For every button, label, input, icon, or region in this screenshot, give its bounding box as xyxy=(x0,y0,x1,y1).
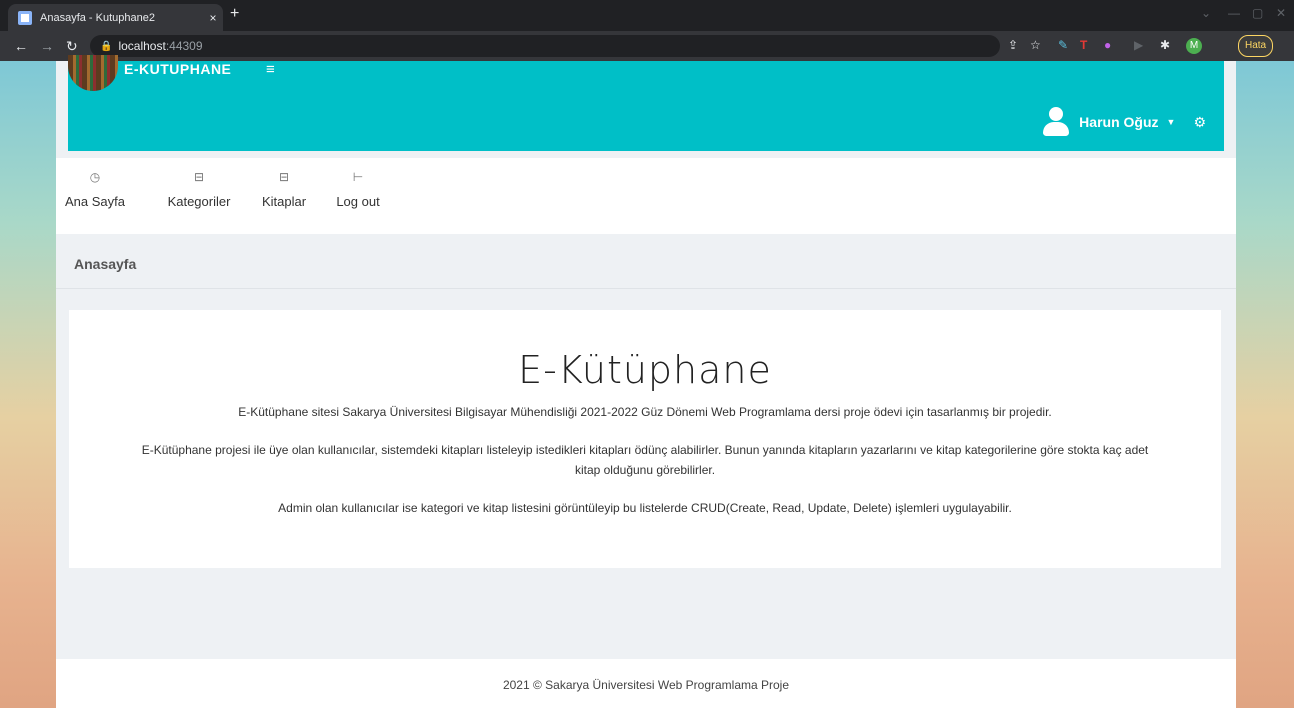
content-paragraph-3: Admin olan kullanıcılar ise kategori ve … xyxy=(278,501,1012,515)
page-title: Anasayfa xyxy=(74,256,137,272)
footer: 2021 © Sakarya Üniversitesi Web Programl… xyxy=(56,659,1236,708)
url-input[interactable]: 🔒 localhost:44309 xyxy=(90,35,1000,57)
extension-tp-icon[interactable]: T xyxy=(1080,38,1087,52)
tab-title: Anasayfa - Kutuphane2 xyxy=(40,11,155,24)
reload-icon[interactable]: ↻ xyxy=(66,38,78,55)
user-name: Harun Oğuz xyxy=(1079,114,1159,130)
address-bar: ← → ↻ 🔒 localhost:44309 ⇪ ☆ ✎ T ● ▶ ✱ M xyxy=(0,31,1294,61)
user-menu[interactable]: Harun Oğuz ▼ ⚙ xyxy=(1041,107,1206,137)
maximize-icon[interactable]: ▢ xyxy=(1252,6,1263,20)
bookmark-star-icon[interactable]: ☆ xyxy=(1030,38,1041,52)
url-host: localhost xyxy=(118,39,166,53)
inbox-icon: ⊟ xyxy=(193,170,205,184)
brand-title[interactable]: E-KUTUPHANE xyxy=(124,61,231,77)
error-badge[interactable]: Hata xyxy=(1238,35,1274,57)
settings-gear-icon[interactable]: ⚙ xyxy=(1193,114,1206,131)
close-window-icon[interactable]: ✕ xyxy=(1276,6,1286,20)
hamburger-menu-icon[interactable]: ≡ xyxy=(266,61,275,78)
inbox-icon: ⊟ xyxy=(278,170,290,184)
tab-close-icon[interactable]: × xyxy=(203,11,223,25)
browser-tab-bar: Anasayfa - Kutuphane2 × + ⌄ — ▢ ✕ xyxy=(0,0,1294,31)
page-container: E-KUTUPHANE ≡ Harun Oğuz ▼ ⚙ ◷ Ana Sayfa… xyxy=(56,55,1236,708)
url-port: :44309 xyxy=(165,39,203,53)
new-tab-button[interactable]: + xyxy=(230,5,239,23)
menu-item-label: Kategoriler xyxy=(167,194,231,209)
library-logo-icon[interactable] xyxy=(68,55,118,91)
logout-icon: ⊢ xyxy=(352,170,364,184)
page-viewport: E-KUTUPHANE ≡ Harun Oğuz ▼ ⚙ ◷ Ana Sayfa… xyxy=(0,55,1294,708)
extensions-puzzle-icon[interactable]: ✱ xyxy=(1160,38,1170,52)
menu-item-ana-sayfa[interactable]: ◷ Ana Sayfa xyxy=(64,158,126,234)
extension-arrow-icon[interactable]: ▶ xyxy=(1134,38,1143,52)
menu-item-kitaplar[interactable]: ⊟ Kitaplar xyxy=(257,158,311,234)
extension-purple-icon[interactable]: ● xyxy=(1104,38,1111,52)
footer-text: 2021 © Sakarya Üniversitesi Web Programl… xyxy=(502,678,790,692)
user-avatar-icon xyxy=(1041,107,1071,137)
forward-icon[interactable]: → xyxy=(40,38,54,54)
breadcrumb: Anasayfa xyxy=(56,234,1236,289)
extension-pen-icon[interactable]: ✎ xyxy=(1058,38,1068,52)
browser-tab[interactable]: Anasayfa - Kutuphane2 × xyxy=(8,4,223,31)
intro-card: E-Kütüphane E-Kütüphane sitesi Sakarya Ü… xyxy=(69,310,1221,568)
top-header: E-KUTUPHANE ≡ Harun Oğuz ▼ ⚙ xyxy=(68,55,1224,151)
back-icon[interactable]: ← xyxy=(14,38,28,54)
minimize-icon[interactable]: — xyxy=(1228,6,1240,20)
lock-icon: 🔒 xyxy=(100,40,113,52)
content-paragraph-2: E-Kütüphane projesi ile üye olan kullanı… xyxy=(141,443,1149,477)
profile-avatar[interactable]: M xyxy=(1186,38,1202,54)
caret-down-icon: ▼ xyxy=(1166,117,1176,127)
tab-search-icon[interactable]: ⌄ xyxy=(1201,6,1211,20)
menu-item-kategoriler[interactable]: ⊟ Kategoriler xyxy=(159,158,239,234)
content-heading: E-Kütüphane xyxy=(518,348,772,392)
main-menu: ◷ Ana Sayfa ⊟ Kategoriler ⊟ Kitaplar ⊢ L… xyxy=(56,158,1236,234)
menu-item-label: Log out xyxy=(336,194,380,209)
share-icon[interactable]: ⇪ xyxy=(1008,38,1018,52)
menu-item-label: Kitaplar xyxy=(261,194,307,209)
menu-item-label: Ana Sayfa xyxy=(65,194,125,209)
content-paragraph-1: E-Kütüphane sitesi Sakarya Üniversitesi … xyxy=(238,405,1052,419)
clock-icon: ◷ xyxy=(89,170,101,184)
menu-item-log-out[interactable]: ⊢ Log out xyxy=(330,158,386,234)
page-favicon-icon xyxy=(18,10,32,25)
